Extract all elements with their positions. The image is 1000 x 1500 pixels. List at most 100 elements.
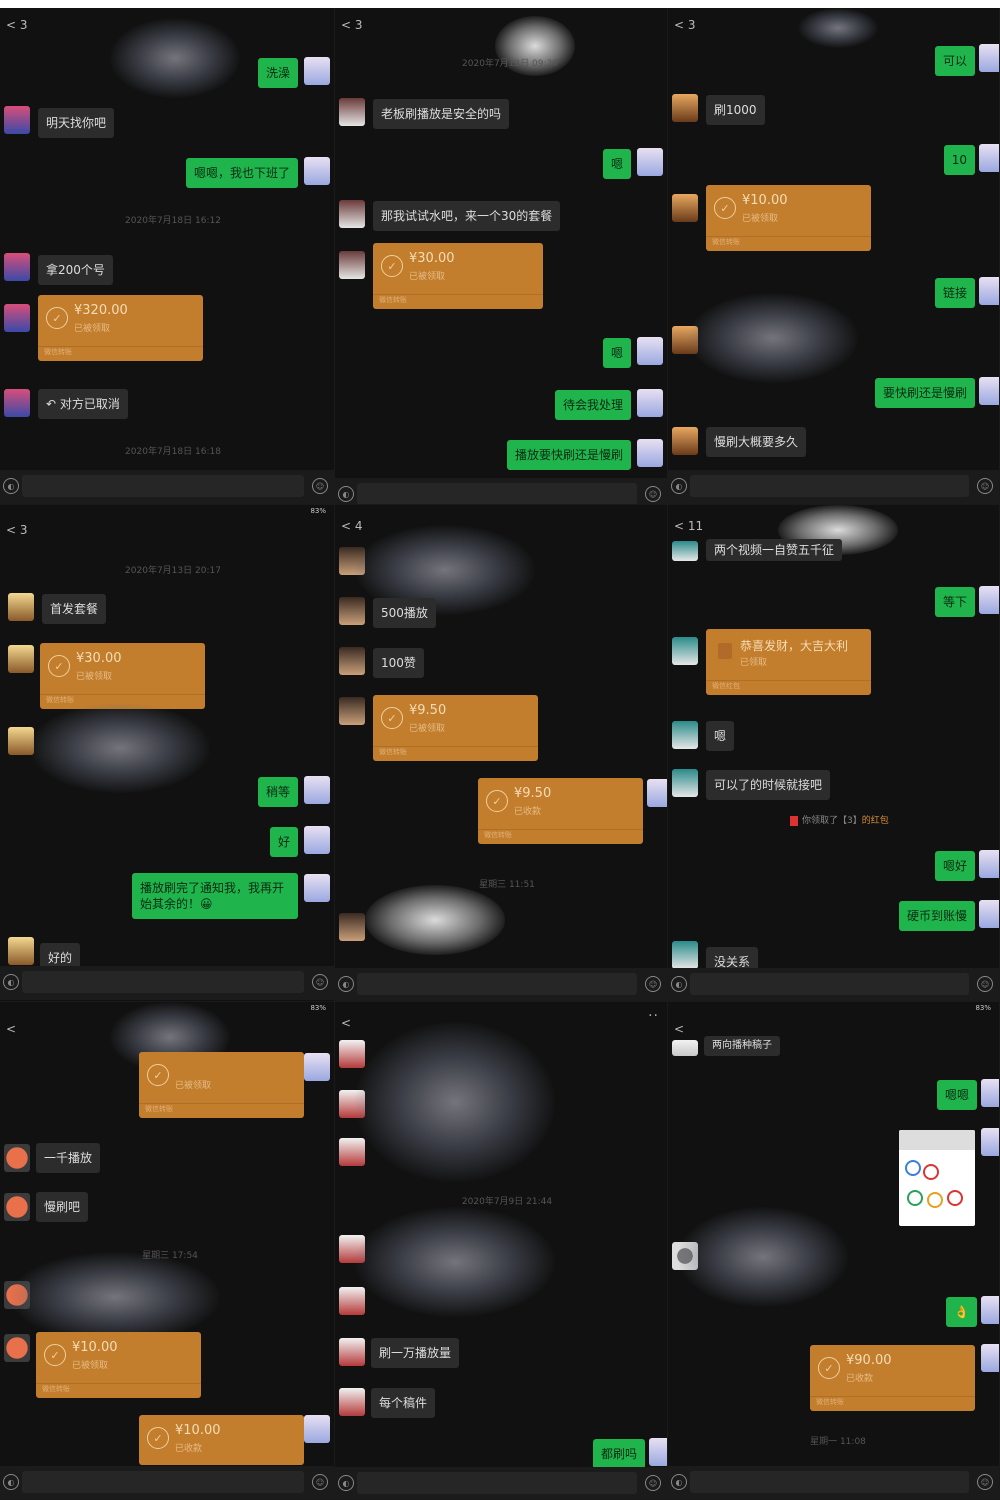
contact-avatar[interactable] (672, 721, 698, 749)
back-button[interactable]: < (674, 1022, 684, 1036)
message-input[interactable] (690, 1471, 969, 1493)
user-avatar[interactable] (979, 377, 999, 405)
back-button[interactable]: < 3 (341, 18, 363, 32)
user-avatar[interactable] (981, 1296, 999, 1324)
contact-avatar[interactable] (339, 251, 365, 279)
transfer-card[interactable]: ✓ ¥90.00 已收款 微信转账 (810, 1345, 975, 1411)
transfer-card[interactable]: ✓ ¥320.00 已被领取 微信转账 (38, 295, 203, 361)
contact-avatar[interactable] (339, 98, 365, 126)
transfer-card[interactable]: ✓ ¥30.00 已被领取 微信转账 (40, 643, 205, 709)
voice-icon[interactable]: ◐ (3, 478, 19, 494)
user-avatar[interactable] (979, 586, 999, 614)
contact-avatar[interactable] (339, 647, 365, 675)
user-avatar[interactable] (304, 157, 330, 185)
voice-icon[interactable]: ◐ (671, 976, 687, 992)
user-avatar[interactable] (304, 1415, 330, 1443)
message-input[interactable] (357, 483, 637, 504)
contact-avatar[interactable] (8, 645, 34, 673)
transfer-card[interactable]: ✓ ¥10.00 已收款 (139, 1415, 304, 1465)
emoji-icon[interactable]: ☺ (312, 1474, 328, 1490)
contact-avatar[interactable] (672, 1040, 698, 1056)
user-avatar[interactable] (304, 57, 330, 85)
contact-avatar[interactable] (339, 1388, 365, 1416)
user-avatar[interactable] (304, 826, 330, 854)
contact-avatar[interactable] (339, 1338, 365, 1366)
user-avatar[interactable] (304, 874, 330, 902)
contact-avatar[interactable] (4, 106, 30, 134)
user-avatar[interactable] (981, 1344, 999, 1372)
message-input[interactable] (357, 1472, 637, 1494)
contact-avatar[interactable] (4, 253, 30, 281)
emoji-icon[interactable]: ☺ (645, 486, 661, 502)
user-avatar[interactable] (979, 144, 999, 172)
contact-avatar[interactable] (672, 941, 698, 969)
contact-avatar[interactable] (4, 304, 30, 332)
contact-avatar[interactable] (339, 597, 365, 625)
user-avatar[interactable] (979, 44, 999, 72)
user-avatar[interactable] (979, 850, 999, 878)
emoji-icon[interactable]: ☺ (645, 976, 661, 992)
message-input[interactable] (690, 475, 969, 497)
back-button[interactable]: < 4 (341, 519, 363, 533)
contact-avatar[interactable] (672, 637, 698, 665)
contact-avatar[interactable] (672, 94, 698, 122)
emoji-icon[interactable]: ☺ (977, 478, 993, 494)
user-avatar[interactable] (979, 277, 999, 305)
back-button[interactable]: < 3 (674, 18, 696, 32)
contact-avatar[interactable] (339, 1138, 365, 1166)
contact-avatar[interactable] (4, 1334, 30, 1362)
voice-icon[interactable]: ◐ (671, 1474, 687, 1490)
contact-avatar[interactable] (672, 769, 698, 797)
contact-avatar[interactable] (339, 1287, 365, 1315)
user-avatar[interactable] (637, 389, 663, 417)
user-avatar[interactable] (637, 439, 663, 467)
voice-icon[interactable]: ◐ (671, 478, 687, 494)
message-input[interactable] (22, 1471, 304, 1493)
contact-avatar[interactable] (339, 200, 365, 228)
contact-avatar[interactable] (672, 427, 698, 455)
contact-avatar[interactable] (8, 937, 34, 965)
contact-avatar[interactable] (672, 194, 698, 222)
contact-avatar[interactable] (672, 541, 698, 561)
red-packet-card[interactable]: 恭喜发财，大吉大利 已领取 微信红包 (706, 629, 871, 695)
emoji-icon[interactable]: ☺ (977, 1474, 993, 1490)
contact-avatar[interactable] (8, 593, 34, 621)
transfer-card[interactable]: ✓ ¥10.00 已被领取 微信转账 (706, 185, 871, 251)
message-input[interactable] (690, 973, 969, 995)
voice-icon[interactable]: ◐ (338, 976, 354, 992)
back-button[interactable]: < 11 (674, 519, 703, 533)
user-avatar[interactable] (637, 148, 663, 176)
voice-icon[interactable]: ◐ (3, 1474, 19, 1490)
user-avatar[interactable] (981, 1128, 999, 1156)
more-icon[interactable]: ·· (648, 1008, 659, 1024)
contact-avatar[interactable] (4, 389, 30, 417)
user-avatar[interactable] (981, 1079, 999, 1107)
user-avatar[interactable] (647, 779, 667, 807)
contact-avatar[interactable] (339, 1040, 365, 1068)
message-input[interactable] (357, 973, 637, 995)
message-input[interactable] (22, 475, 304, 497)
transfer-card[interactable]: ✓ ¥9.50 已收款 微信转账 (478, 778, 643, 844)
transfer-card[interactable]: ✓ ¥9.50 已被领取 微信转账 (373, 695, 538, 761)
message-input[interactable] (22, 971, 304, 993)
transfer-card[interactable]: ✓ ¥10.00 已被领取 微信转账 (36, 1332, 201, 1398)
contact-avatar[interactable] (4, 1144, 30, 1172)
contact-avatar[interactable] (4, 1193, 30, 1221)
back-button[interactable]: < (6, 1022, 16, 1036)
emoji-icon[interactable]: ☺ (312, 974, 328, 990)
voice-icon[interactable]: ◐ (3, 974, 19, 990)
transfer-card[interactable]: ✓ ¥30.00 已被领取 微信转账 (373, 243, 543, 309)
voice-icon[interactable]: ◐ (338, 1475, 354, 1491)
user-avatar[interactable] (649, 1438, 667, 1466)
user-avatar[interactable] (979, 900, 999, 928)
emoji-icon[interactable]: ☺ (312, 478, 328, 494)
back-button[interactable]: < (341, 1016, 351, 1030)
emoji-icon[interactable]: ☺ (645, 1475, 661, 1491)
back-button[interactable]: < 3 (6, 523, 28, 537)
back-button[interactable]: < 3 (6, 18, 28, 32)
image-message[interactable] (899, 1130, 975, 1226)
contact-avatar[interactable] (339, 913, 365, 941)
user-avatar[interactable] (637, 337, 663, 365)
voice-icon[interactable]: ◐ (338, 486, 354, 502)
user-avatar[interactable] (304, 1053, 330, 1081)
